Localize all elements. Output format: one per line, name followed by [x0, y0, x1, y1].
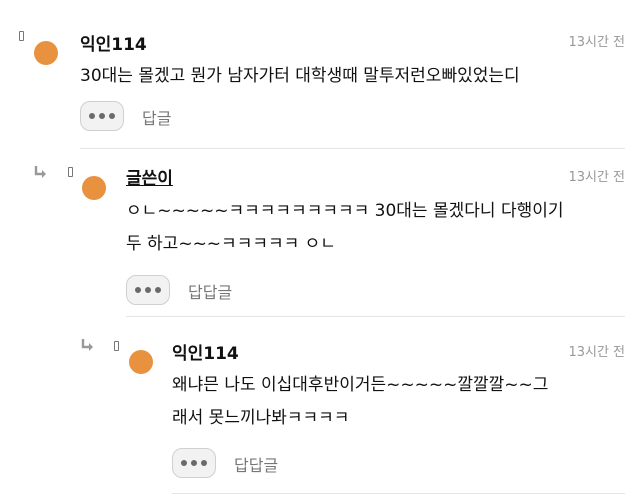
comment-author[interactable]: 익인114: [172, 339, 239, 364]
comment-author[interactable]: 익인114: [80, 30, 147, 55]
reply-arrow-icon: [81, 339, 93, 351]
more-dots-icon: [135, 287, 141, 293]
divider: [80, 148, 625, 149]
comment-body: ㅇㄴ~~~~~ㅋㅋㅋㅋㅋㅋㅋㅋㅋ 30대는 몰겠다니 다행이기 두 하고~~~ㅋ…: [126, 195, 626, 261]
more-dots-icon: [89, 113, 95, 119]
bookmark-marker-icon: [19, 31, 24, 41]
comment-time: 13시간 전: [568, 170, 625, 185]
comment-time: 13시간 전: [568, 345, 625, 360]
more-options-button[interactable]: [80, 101, 124, 131]
comment-line: 왜냐믄 나도 이십대후반이거든~~~~~깔깔깔~~그: [172, 375, 549, 395]
reply-button[interactable]: 답글: [142, 105, 171, 129]
bookmark-marker-icon: [114, 341, 119, 351]
more-dots-icon: [181, 460, 187, 466]
more-options-button[interactable]: [126, 275, 170, 305]
divider: [126, 316, 625, 317]
comment-line: 래서 못느끼나봐ㅋㅋㅋㅋ: [172, 408, 350, 428]
reply-button[interactable]: 답답글: [234, 452, 278, 476]
reply-arrow-icon: [34, 166, 46, 178]
bookmark-marker-icon: [68, 167, 73, 177]
divider: [172, 493, 625, 494]
avatar[interactable]: [34, 41, 58, 65]
avatar[interactable]: [129, 350, 153, 374]
comment-line: 두 하고~~~ㅋㅋㅋㅋㅋ ㅇㄴ: [126, 234, 336, 254]
comment-time: 13시간 전: [568, 35, 625, 50]
avatar[interactable]: [82, 176, 106, 200]
comment-line: 30대는 몰겠고 뭔가 남자가터 대학생때 말투저런오빠있었는디: [80, 66, 520, 86]
comment-body: 30대는 몰겠고 뭔가 남자가터 대학생때 말투저런오빠있었는디: [80, 60, 625, 93]
more-options-button[interactable]: [172, 448, 216, 478]
comment-line: ㅇㄴ~~~~~ㅋㅋㅋㅋㅋㅋㅋㅋㅋ 30대는 몰겠다니 다행이기: [126, 201, 564, 221]
reply-button[interactable]: 답답글: [188, 279, 232, 303]
comment-author[interactable]: 글쓴이: [126, 164, 173, 189]
comment-body: 왜냐믄 나도 이십대후반이거든~~~~~깔깔깔~~그 래서 못느끼나봐ㅋㅋㅋㅋ: [172, 369, 627, 435]
